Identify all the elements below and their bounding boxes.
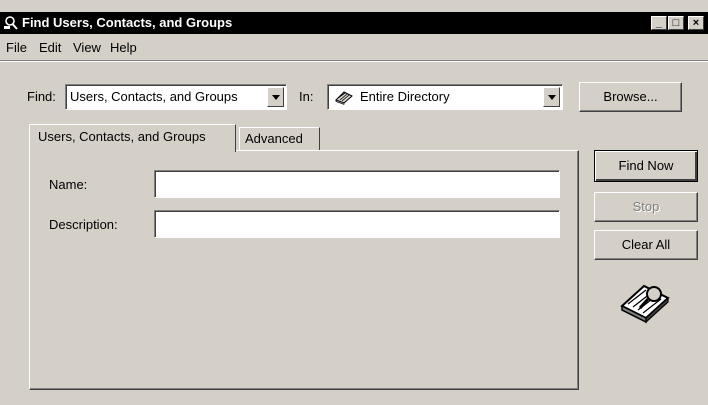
tab-panel: Name: Description: [29,150,579,390]
browse-button[interactable]: Browse... [579,82,682,112]
find-dialog-window: Find Users, Contacts, and Groups _ □ × F… [0,0,708,405]
find-type-select[interactable]: Users, Contacts, and Groups [65,84,287,110]
maximize-button[interactable]: □ [668,16,684,30]
search-animation-icon [620,284,670,324]
menu-view[interactable]: View [73,40,101,55]
minimize-button[interactable]: _ [651,16,667,30]
description-input[interactable] [157,213,557,235]
name-input[interactable] [157,173,557,195]
menu-bar: File Edit View Help [0,38,708,60]
menu-file[interactable]: File [6,40,27,55]
close-button[interactable]: × [688,16,704,30]
clear-all-button[interactable]: Clear All [594,230,698,260]
find-type-dropdown-icon[interactable] [267,87,284,107]
description-field[interactable] [154,210,560,238]
in-location-select[interactable]: Entire Directory [327,84,563,110]
window-title: Find Users, Contacts, and Groups [22,15,233,30]
name-field[interactable] [154,170,560,198]
tab-users-contacts-groups[interactable]: Users, Contacts, and Groups [29,124,236,152]
find-label: Find: [27,89,56,104]
find-app-icon [4,16,18,30]
menu-help[interactable]: Help [110,40,137,55]
menu-separator [0,60,708,62]
in-location-value: Entire Directory [360,89,450,104]
find-now-button[interactable]: Find Now [594,150,698,182]
find-type-value: Users, Contacts, and Groups [70,89,238,104]
in-location-dropdown-icon[interactable] [543,87,560,107]
menu-edit[interactable]: Edit [39,40,61,55]
tab-advanced[interactable]: Advanced [239,127,320,150]
description-label: Description: [49,217,118,232]
stop-button[interactable]: Stop [594,192,698,222]
in-label: In: [299,89,314,104]
directory-icon [335,91,353,105]
title-bar[interactable]: Find Users, Contacts, and Groups _ □ × [0,12,708,34]
name-label: Name: [49,177,88,192]
